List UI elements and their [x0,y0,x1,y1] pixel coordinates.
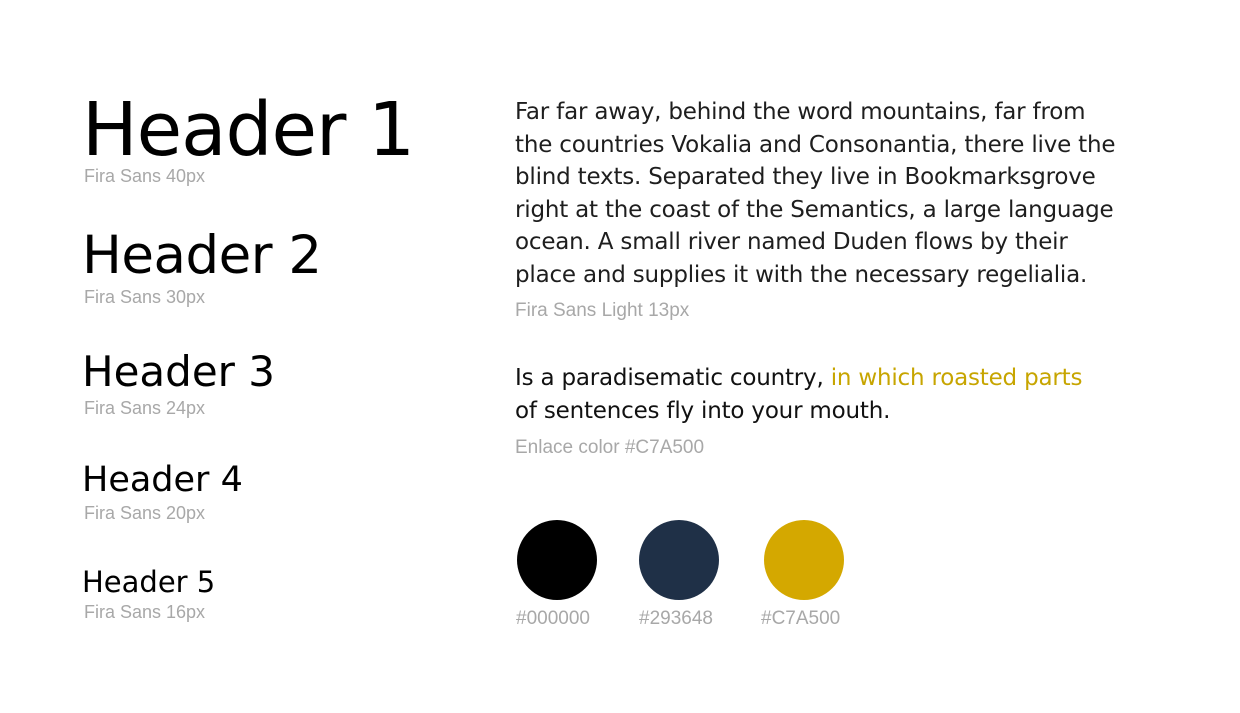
link-sample-line-1: Is a paradisematic country, in which roa… [515,362,1082,395]
body-text-sample: Far far away, behind the word mountains,… [515,96,1215,291]
body-text-line: blind texts. Separated they live in Book… [515,164,1096,190]
body-text-line: Far far away, behind the word mountains,… [515,99,1086,125]
swatch-gold-label: #C7A500 [761,608,841,629]
link-color-caption: Enlace color #C7A500 [515,437,705,458]
header-3-caption: Fira Sans 24px [84,398,206,418]
header-5-caption: Fira Sans 16px [84,602,206,622]
header-4-sample: Header 4 [82,460,243,500]
link-sample-plain-text: Is a paradisematic country, [515,365,831,391]
swatch-navy [639,520,719,600]
swatch-black-label: #000000 [516,608,590,629]
body-text-line: the countries Vokalia and Consonantia, t… [515,131,1116,158]
body-text-caption: Fira Sans Light 13px [515,300,690,321]
header-2-caption: Fira Sans 30px [84,287,206,307]
header-4-caption: Fira Sans 20px [84,503,206,523]
header-1-caption: Fira Sans 40px [84,166,206,186]
header-1-sample: Header 1 [82,87,415,173]
link-color-sample: Is a paradisematic country, in which roa… [515,362,1082,427]
body-text-line: place and supplies it with the necessary… [515,261,1088,288]
body-text-line: right at the coast of the Semantics, a l… [515,196,1114,223]
header-3-sample: Header 3 [82,347,275,396]
link-sample-line-2: of sentences fly into your mouth. [515,397,891,424]
body-text-line: ocean. A small river named Duden flows b… [515,229,1068,255]
swatch-black [517,520,597,600]
swatch-navy-label: #293648 [639,608,713,629]
accent-link[interactable]: in which roasted parts [831,365,1083,391]
swatch-gold [764,520,844,600]
header-2-sample: Header 2 [82,225,322,286]
header-5-sample: Header 5 [82,565,216,599]
